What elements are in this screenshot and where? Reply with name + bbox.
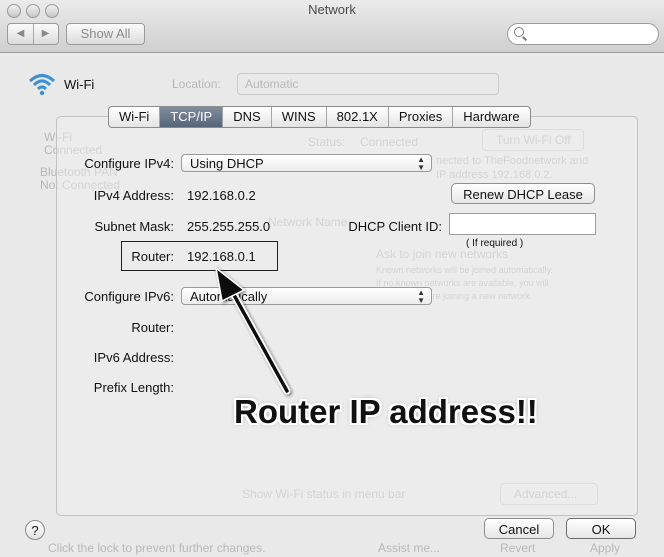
subnet-mask-value: 255.255.255.0	[187, 219, 271, 234]
revert-label: Revert	[500, 541, 536, 555]
configure-ipv4-label: Configure IPv4:	[84, 156, 174, 171]
wifi-icon	[28, 74, 56, 96]
tab-proxies[interactable]: Proxies	[389, 107, 454, 127]
tab-hardware[interactable]: Hardware	[453, 107, 529, 127]
configure-ipv6-label: Configure IPv6:	[84, 289, 174, 304]
router-value: 192.168.0.1	[187, 249, 256, 264]
dhcp-client-id-label: DHCP Client ID:	[348, 219, 442, 234]
back-arrow-icon[interactable]: ◀	[8, 24, 34, 44]
tab-wins[interactable]: WINS	[272, 107, 327, 127]
ok-button[interactable]: OK	[566, 518, 636, 539]
renew-dhcp-button[interactable]: Renew DHCP Lease	[451, 183, 595, 204]
ipv4-address-value: 192.168.0.2	[187, 188, 256, 203]
ipv6-address-label: IPv6 Address:	[93, 350, 174, 365]
annotation-text: Router IP address!!	[234, 393, 538, 430]
cancel-button[interactable]: Cancel	[484, 518, 554, 539]
configure-ipv6-value: Automatically	[190, 289, 268, 304]
tcpip-panel	[56, 116, 638, 516]
search-icon	[514, 27, 524, 37]
dhcp-hint: ( If required )	[466, 238, 524, 249]
location-label: Location:	[172, 77, 221, 91]
show-all-button[interactable]: Show All	[66, 23, 145, 45]
assist-label: Assist me...	[378, 541, 441, 555]
back-forward-control: ◀ ▶	[7, 23, 59, 45]
apply-label: Apply	[590, 541, 621, 555]
tab-bar: Wi-Fi TCP/IP DNS WINS 802.1X Proxies Har…	[108, 106, 531, 128]
popup-arrows-icon: ▲ ▼	[417, 155, 425, 172]
tab-8021x[interactable]: 802.1X	[327, 107, 389, 127]
subnet-mask-label: Subnet Mask:	[94, 219, 175, 234]
lock-text: Click the lock to prevent further change…	[48, 541, 266, 555]
tab-dns[interactable]: DNS	[223, 107, 272, 127]
location-value: Automatic	[245, 77, 299, 91]
popup-arrows-icon: ▲ ▼	[417, 288, 425, 305]
tab-wifi[interactable]: Wi-Fi	[109, 107, 161, 127]
router-label: Router:	[131, 249, 174, 264]
interface-name: Wi-Fi	[64, 77, 95, 92]
configure-ipv6-popup[interactable]: Automatically ▲ ▼	[181, 287, 432, 305]
ipv6-router-label: Router:	[131, 320, 174, 335]
tab-tcpip[interactable]: TCP/IP	[160, 107, 224, 127]
title-bar: Network ◀ ▶ Show All	[0, 0, 664, 53]
ipv4-address-label: IPv4 Address:	[93, 188, 174, 203]
configure-ipv4-popup[interactable]: Using DHCP ▲ ▼	[181, 154, 432, 172]
help-button[interactable]: ?	[25, 520, 45, 540]
prefix-length-label: Prefix Length:	[93, 380, 174, 395]
configure-ipv4-value: Using DHCP	[190, 156, 264, 171]
forward-arrow-icon[interactable]: ▶	[33, 24, 58, 44]
window-title: Network	[308, 2, 356, 17]
search-input[interactable]	[507, 23, 659, 45]
dhcp-client-id-field[interactable]	[449, 213, 596, 235]
